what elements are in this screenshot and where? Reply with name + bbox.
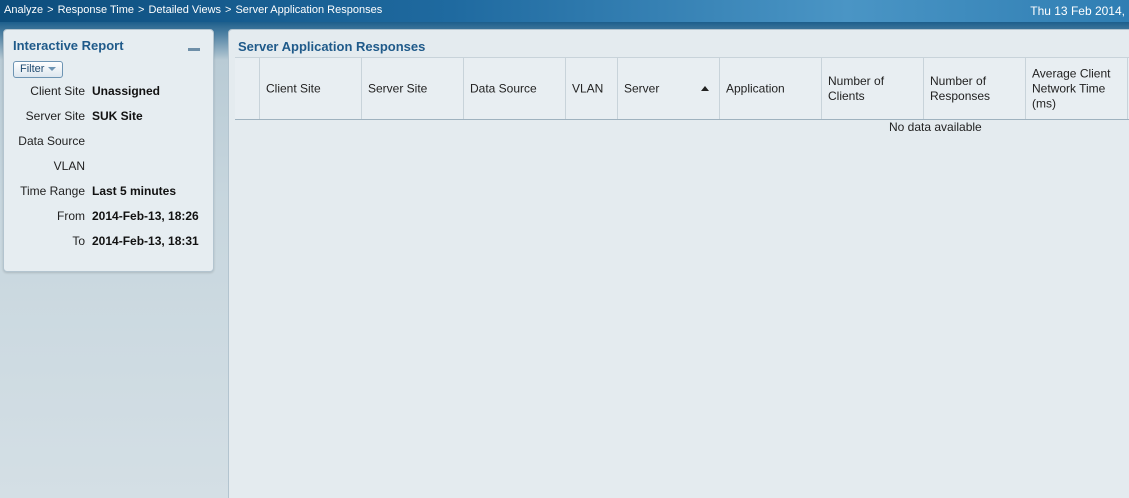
column-header-label: Server bbox=[624, 81, 660, 95]
main-title: Server Application Responses bbox=[238, 39, 426, 54]
column-header-number-of-responses[interactable]: Number of Responses bbox=[924, 58, 1026, 119]
info-label: VLAN bbox=[53, 159, 85, 173]
info-label: Data Source bbox=[18, 134, 85, 148]
column-header-server[interactable]: Server bbox=[618, 58, 720, 119]
column-header-client-site[interactable]: Client Site bbox=[260, 58, 362, 119]
info-row-server-site: Server Site SUK Site bbox=[4, 109, 213, 125]
info-label: Time Range bbox=[20, 184, 85, 198]
breadcrumb-current-page: Server Application Responses bbox=[235, 4, 383, 16]
column-header-label: Client Site bbox=[266, 81, 321, 95]
column-header-number-of-clients[interactable]: Number of Clients bbox=[822, 58, 924, 119]
info-value: Last 5 minutes bbox=[92, 184, 177, 198]
info-row-data-source: Data Source bbox=[4, 134, 213, 150]
chevron-down-icon bbox=[48, 67, 57, 72]
grid-header: Client Site Server Site Data Source VLAN… bbox=[235, 57, 1129, 120]
panel-title: Interactive Report bbox=[13, 38, 124, 53]
info-value: SUK Site bbox=[92, 109, 143, 123]
info-row-vlan: VLAN bbox=[4, 159, 213, 175]
column-header-label: Number of Responses bbox=[930, 73, 991, 103]
info-value: 2014-Feb-13, 18:26 bbox=[92, 209, 199, 223]
column-header-data-source[interactable]: Data Source bbox=[464, 58, 566, 119]
info-row-to: To 2014-Feb-13, 18:31 bbox=[4, 234, 213, 250]
column-header-server-site[interactable]: Server Site bbox=[362, 58, 464, 119]
minimize-icon[interactable] bbox=[188, 48, 200, 51]
info-value: 2014-Feb-13, 18:31 bbox=[92, 234, 199, 248]
column-header-label: VLAN bbox=[572, 81, 604, 95]
breadcrumb-analyze[interactable]: Analyze bbox=[4, 4, 43, 16]
server-application-responses-panel: Server Application Responses Client Site… bbox=[228, 29, 1129, 498]
breadcrumb-separator: > bbox=[138, 4, 145, 16]
filter-button-label: Filter bbox=[20, 63, 45, 75]
info-value: Unassigned bbox=[92, 84, 161, 98]
info-label: Server Site bbox=[25, 109, 85, 123]
column-header-label: Number of Clients bbox=[828, 73, 885, 103]
column-header-label: Data Source bbox=[470, 81, 537, 95]
column-header-label: Application bbox=[726, 81, 785, 95]
info-row-client-site: Client Site Unassigned bbox=[4, 84, 213, 100]
breadcrumb-detailed-views[interactable]: Detailed Views bbox=[148, 4, 221, 16]
column-header-label: Server Site bbox=[368, 81, 428, 95]
top-bar: Analyze > Response Time > Detailed Views > Ser… bbox=[0, 0, 1129, 22]
breadcrumb: Analyze > Response Time > Detailed Views > Ser… bbox=[4, 4, 382, 16]
breadcrumb-response-time[interactable]: Response Time bbox=[58, 4, 134, 16]
filter-button[interactable]: Filter bbox=[13, 61, 64, 78]
column-header-vlan[interactable]: VLAN bbox=[566, 58, 618, 119]
info-label: To bbox=[72, 234, 85, 248]
info-row-time-range: Time Range Last 5 minutes bbox=[4, 184, 213, 200]
info-label: From bbox=[57, 209, 85, 223]
interactive-report-panel: Interactive Report Filter Client Site Un… bbox=[3, 29, 214, 272]
column-header-avg-client-network-time[interactable]: Average Client Network Time (ms) bbox=[1026, 58, 1128, 119]
sort-ascending-icon bbox=[701, 86, 709, 91]
column-header-application[interactable]: Application bbox=[720, 58, 822, 119]
column-header-select[interactable] bbox=[235, 58, 260, 119]
empty-state-message: No data available bbox=[889, 120, 982, 134]
column-header-label: Average Client Network Time (ms) bbox=[1032, 66, 1111, 110]
info-label: Client Site bbox=[30, 84, 85, 98]
breadcrumb-separator: > bbox=[47, 4, 54, 16]
info-row-from: From 2014-Feb-13, 18:26 bbox=[4, 209, 213, 225]
breadcrumb-separator: > bbox=[225, 4, 232, 16]
current-datetime: Thu 13 Feb 2014, 1 bbox=[1030, 4, 1129, 18]
